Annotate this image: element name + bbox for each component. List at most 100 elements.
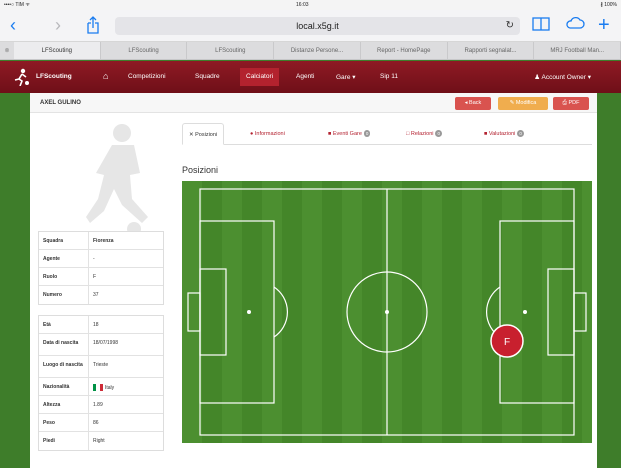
- tab-informazioni[interactable]: ● Informazioni: [244, 123, 291, 145]
- personal-info-table: Età 18 Data di nascita 18/07/1998 Luogo di…: [38, 315, 164, 451]
- field-label: Età: [39, 316, 89, 333]
- pitch-diagram: F: [182, 181, 592, 443]
- tab-close-icon[interactable]: ⊗: [0, 42, 14, 59]
- reader-view-icon[interactable]: [532, 16, 550, 37]
- reload-icon[interactable]: ↻: [506, 17, 514, 35]
- player-page: AXEL GULINO ◂ Back ✎ Modifica ⎙ PDF Squa…: [30, 93, 597, 468]
- table-row: Età 18: [39, 316, 163, 334]
- tab-relazioni[interactable]: □ Relazioni 0: [400, 123, 448, 145]
- nationality-text: Italy: [105, 384, 115, 391]
- table-row: Agente -: [39, 250, 163, 268]
- table-row: Ruolo F: [39, 268, 163, 286]
- field-value: Italy: [89, 378, 163, 395]
- club-info-table: Squadra Fiorenza Agente - Ruolo F Numero 37: [38, 231, 164, 305]
- back-icon[interactable]: ‹: [10, 16, 16, 34]
- back-button[interactable]: ◂ Back: [455, 97, 491, 110]
- table-row: Piedi Right: [39, 432, 163, 450]
- tab-label: Informazioni: [254, 131, 285, 137]
- count-badge: 0: [363, 130, 371, 137]
- field-label: Data di nascita: [39, 334, 89, 355]
- crosshair-icon: ✕: [189, 132, 194, 138]
- browser-tab[interactable]: LFScouting: [187, 42, 275, 59]
- field-value: Fiorenza: [93, 238, 114, 244]
- browser-toolbar: ‹ › local.x5g.it ↻ +: [0, 10, 621, 42]
- carrier-signal: ••••○ TIM ᯤ: [4, 2, 30, 8]
- table-row: Data di nascita 18/07/1998: [39, 334, 163, 356]
- player-silhouette-icon: [86, 124, 148, 236]
- browser-tabs: ⊗ LFScouting LFScouting LFScouting Dista…: [0, 42, 621, 60]
- field-label: Numero: [39, 286, 89, 304]
- table-row: Altezza 1.89: [39, 396, 163, 414]
- pdf-button[interactable]: ⎙ PDF: [553, 97, 589, 110]
- player-position-marker[interactable]: F: [490, 324, 524, 358]
- page-header: AXEL GULINO ◂ Back ✎ Modifica ⎙ PDF: [30, 93, 597, 113]
- cloud-icon[interactable]: [565, 16, 585, 35]
- account-label: Account Owner ▾: [541, 74, 591, 81]
- field-value: Right: [93, 438, 105, 444]
- browser-tab[interactable]: MRJ Football Man...: [534, 42, 621, 59]
- field-value: 18/07/1998: [93, 340, 119, 346]
- tab-label: Relazioni: [410, 131, 434, 137]
- field-value: F: [93, 274, 97, 280]
- player-avatar: [60, 119, 170, 239]
- ios-status-bar: ••••○ TIM ᯤ 16:03 ∦ 100%: [0, 0, 621, 10]
- nav-agenti[interactable]: Agenti: [296, 73, 314, 80]
- logo-icon[interactable]: [14, 68, 30, 87]
- app-navbar: LFScouting ⌂ Competizioni Squadre Calcia…: [0, 61, 621, 93]
- nav-squadre[interactable]: Squadre: [195, 73, 220, 80]
- positions-pitch: F: [182, 181, 592, 443]
- page-title: AXEL GULINO: [40, 100, 81, 106]
- nav-gare[interactable]: Gare ▾: [336, 73, 356, 81]
- new-tab-icon[interactable]: +: [598, 15, 610, 35]
- url-text: local.x5g.it: [296, 21, 339, 31]
- field-value: -: [93, 256, 95, 262]
- tab-label: Posizioni: [195, 132, 218, 138]
- share-icon[interactable]: [86, 16, 100, 39]
- account-menu[interactable]: ♟ Account Owner ▾: [534, 73, 591, 81]
- tab-posizioni[interactable]: ✕ Posizioni: [182, 123, 225, 145]
- position-label: F: [504, 337, 510, 348]
- field-label: Piedi: [39, 432, 89, 450]
- nav-competizioni[interactable]: Competizioni: [128, 73, 166, 80]
- browser-tab[interactable]: Distanze Persone...: [274, 42, 361, 59]
- nav-calciatori[interactable]: Calciatori: [240, 68, 280, 86]
- battery-indicator: ∦ 100%: [600, 2, 617, 8]
- home-icon[interactable]: ⌂: [103, 71, 108, 81]
- field-label: Agente: [39, 250, 89, 267]
- field-value: 86: [93, 420, 99, 426]
- table-row: Squadra Fiorenza: [39, 232, 163, 250]
- forward-icon[interactable]: ›: [55, 16, 61, 34]
- nav-sip[interactable]: Sip 11: [380, 73, 398, 80]
- tab-valutazioni[interactable]: ■ Valutazioni 0: [478, 123, 530, 145]
- browser-tab[interactable]: Rapporti segnalat...: [448, 42, 535, 59]
- field-value: 1.89: [93, 402, 103, 408]
- tab-eventi-gare[interactable]: ■ Eventi Gare 0: [322, 123, 376, 145]
- italy-flag-icon: [93, 384, 103, 391]
- document-icon: □: [406, 131, 410, 137]
- calendar-icon: ■: [328, 131, 332, 137]
- brand-name[interactable]: LFScouting: [36, 73, 72, 80]
- table-row: Numero 37: [39, 286, 163, 304]
- address-bar[interactable]: local.x5g.it ↻: [115, 17, 520, 35]
- field-value: Trieste: [93, 362, 109, 368]
- browser-tab[interactable]: LFScouting: [14, 42, 101, 59]
- tab-label: Valutazioni: [488, 131, 516, 137]
- info-icon: ●: [250, 131, 254, 137]
- table-row: Nazionalità Italy: [39, 378, 163, 396]
- edit-button[interactable]: ✎ Modifica: [498, 97, 548, 110]
- browser-tab[interactable]: Report - HomePage: [361, 42, 448, 59]
- rating-icon: ■: [484, 131, 488, 137]
- tab-label: Eventi Gare: [332, 131, 362, 137]
- field-label: Ruolo: [39, 268, 89, 285]
- count-badge: 0: [435, 130, 442, 137]
- count-badge: 0: [517, 130, 524, 137]
- browser-tab[interactable]: LFScouting: [101, 42, 188, 59]
- field-label: Luogo di nascita: [39, 356, 89, 377]
- field-label: Nazionalità: [39, 378, 89, 395]
- field-label: Peso: [39, 414, 89, 431]
- table-row: Luogo di nascita Trieste: [39, 356, 163, 378]
- field-label: Squadra: [39, 232, 89, 249]
- clock: 16:03: [296, 2, 309, 8]
- field-label: Altezza: [39, 396, 89, 413]
- section-title: Posizioni: [182, 165, 219, 175]
